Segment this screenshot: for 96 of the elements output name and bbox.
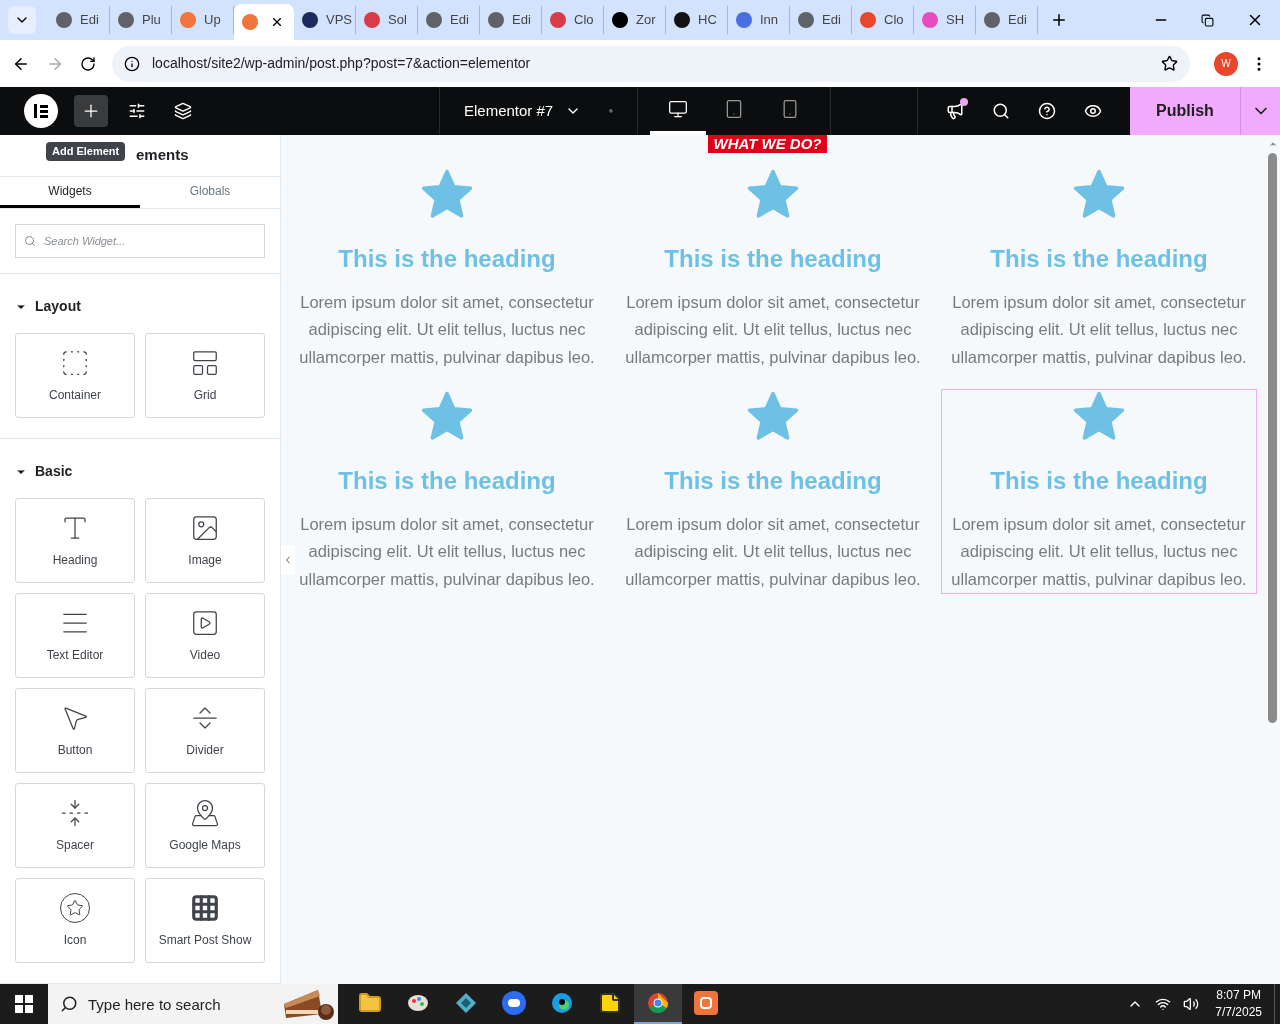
browser-tab[interactable]: Zor <box>604 6 666 34</box>
clock-date[interactable]: 7/7/2025 <box>1215 1004 1262 1021</box>
chrome-icon <box>646 991 670 1015</box>
folder-icon <box>358 991 382 1015</box>
box-text: Lorem ipsum dolor sit amet, consectetur adipiscing elit. Ut elit tellus, luctus nec ullamcorper mattis, pulvinar dapibus leo. <box>624 291 922 368</box>
widget-tile[interactable]: Button <box>15 688 135 773</box>
star-icon <box>745 390 801 443</box>
spacer-icon <box>60 797 90 828</box>
bookmark-star-icon[interactable] <box>1161 55 1178 72</box>
icon-box[interactable]: This is the heading Lorem ipsum dolor sit amet, consectetur adipiscing elit. Ut elit tellus, luctus nec ullamcorper mattis, pulvinar dapibus leo. <box>615 389 931 594</box>
widget-tile[interactable]: Divider <box>145 688 265 773</box>
desktop-icon <box>668 99 688 119</box>
box-heading: This is the heading <box>664 243 882 274</box>
restore-icon[interactable] <box>1201 13 1214 27</box>
browser-tab[interactable]: Edi <box>48 6 110 34</box>
new-tab-icon[interactable] <box>1050 11 1068 29</box>
scroll-up-icon[interactable] <box>1267 139 1278 149</box>
search-icon <box>60 995 78 1013</box>
add-element-button[interactable] <box>74 95 108 127</box>
box-text: Lorem ipsum dolor sit amet, consectetur adipiscing elit. Ut elit tellus, luctus nec ullamcorper mattis, pulvinar dapibus leo. <box>624 513 922 590</box>
section-label: WHAT WE DO? <box>708 135 827 153</box>
browser-tab[interactable]: Inn <box>728 6 790 34</box>
diamond-icon <box>454 991 478 1015</box>
xampp-icon <box>694 991 718 1015</box>
widget-tile[interactable]: Icon <box>15 878 135 963</box>
section-header[interactable]: Layout <box>15 296 81 317</box>
site-info-icon[interactable] <box>124 55 140 72</box>
help-icon[interactable] <box>1038 102 1056 120</box>
box-heading: This is the heading <box>990 243 1208 274</box>
box-heading: This is the heading <box>664 465 882 496</box>
star-icon <box>1071 168 1127 221</box>
star-icon <box>1071 390 1127 443</box>
browser-tab[interactable]: Edi <box>480 6 542 34</box>
box-text: Lorem ipsum dolor sit amet, consectetur adipiscing elit. Ut elit tellus, luctus nec ullamcorper mattis, pulvinar dapibus leo. <box>950 513 1248 590</box>
widget-tile[interactable]: Image <box>145 498 265 583</box>
browser-tab[interactable]: HC <box>666 6 728 34</box>
widget-tile[interactable]: Google Maps <box>145 783 265 868</box>
preview-icon[interactable] <box>1084 102 1102 120</box>
box-heading: This is the heading <box>338 243 556 274</box>
search-icon[interactable] <box>992 102 1010 120</box>
browser-tab[interactable]: Edi <box>418 6 480 34</box>
section-header[interactable]: Basic <box>15 461 73 482</box>
search-icon <box>24 235 36 247</box>
icon-box[interactable]: This is the heading Lorem ipsum dolor sit amet, consectetur adipiscing elit. Ut elit tellus, luctus nec ullamcorper mattis, pulvinar dapibus leo. <box>941 167 1257 372</box>
panel-tab[interactable]: Widgets <box>0 176 140 208</box>
taskbar-app[interactable] <box>634 984 682 1024</box>
panel-title: ements <box>136 145 189 166</box>
edge-icon <box>550 991 574 1015</box>
tooltip: Add Element <box>46 142 126 161</box>
widget-tile[interactable]: Grid <box>145 333 265 418</box>
network-icon[interactable] <box>1155 996 1172 1012</box>
search-field[interactable]: Search Widget... <box>15 224 265 258</box>
address-field[interactable]: localhost/site2/wp-admin/post.php?post=7&action=elementor <box>112 45 1190 82</box>
zoom-icon <box>502 991 526 1015</box>
box-text: Lorem ipsum dolor sit amet, consectetur adipiscing elit. Ut elit tellus, luctus nec ullamcorper mattis, pulvinar dapibus leo. <box>298 291 596 368</box>
reload-icon[interactable] <box>80 55 96 72</box>
browser-tab[interactable]: Edi <box>790 6 852 34</box>
browser-tab[interactable]: Plu <box>110 6 172 34</box>
grid-table-icon <box>190 892 220 923</box>
widget-tile[interactable]: Text Editor <box>15 593 135 678</box>
icon-box[interactable]: This is the heading Lorem ipsum dolor sit amet, consectetur adipiscing elit. Ut elit tellus, luctus nec ullamcorper mattis, pulvinar dapibus leo. <box>615 167 931 372</box>
browser-tab[interactable]: VPS <box>294 6 356 34</box>
icon-box[interactable]: This is the heading Lorem ipsum dolor sit amet, consectetur adipiscing elit. Ut elit tellus, luctus nec ullamcorper mattis, pulvinar dapibus leo. <box>289 167 605 372</box>
publish-button[interactable]: Publish <box>1130 87 1240 135</box>
browser-tab[interactable]: Clo <box>852 6 914 34</box>
widget-tile[interactable]: Video <box>145 593 265 678</box>
layers-icon[interactable] <box>174 102 192 120</box>
browser-tab[interactable]: Edi <box>976 6 1038 34</box>
volume-icon[interactable] <box>1183 996 1200 1012</box>
widget-tile[interactable]: Smart Post Show <box>145 878 265 963</box>
map-icon <box>190 797 220 828</box>
browser-tab[interactable]: SH <box>914 6 976 34</box>
sticky-note-icon <box>598 991 622 1015</box>
widget-tile[interactable]: Spacer <box>15 783 135 868</box>
box-text: Lorem ipsum dolor sit amet, consectetur adipiscing elit. Ut elit tellus, luctus nec ullamcorper mattis, pulvinar dapibus leo. <box>298 513 596 590</box>
icon-box[interactable]: This is the heading Lorem ipsum dolor sit amet, consectetur adipiscing elit. Ut elit tellus, luctus nec ullamcorper mattis, pulvinar dapibus leo. <box>941 389 1257 594</box>
box-text: Lorem ipsum dolor sit amet, consectetur adipiscing elit. Ut elit tellus, luctus nec ullamcorper mattis, pulvinar dapibus leo. <box>950 291 1248 368</box>
tab-list-button[interactable] <box>8 6 36 34</box>
star-icon <box>745 168 801 221</box>
profile-avatar[interactable]: W <box>1214 51 1238 76</box>
star-icon <box>419 390 475 443</box>
tablet-icon <box>724 99 744 119</box>
browser-tab[interactable]: Sol <box>356 6 418 34</box>
panel-tab[interactable]: Globals <box>140 176 280 208</box>
box-heading: This is the heading <box>338 465 556 496</box>
widget-tile[interactable]: Container <box>15 333 135 418</box>
box-heading: This is the heading <box>990 465 1208 496</box>
clock-time[interactable]: 8:07 PM <box>1216 987 1261 1004</box>
settings-sliders-icon[interactable] <box>128 102 146 120</box>
elementor-logo[interactable] <box>24 94 58 128</box>
star-icon <box>419 168 475 221</box>
browser-tab[interactable]: Clo <box>542 6 604 34</box>
document-menu[interactable]: Elementor #7 <box>464 99 582 123</box>
widget-tile[interactable]: Heading <box>15 498 135 583</box>
close-icon[interactable] <box>270 15 284 29</box>
icon-box[interactable]: This is the heading Lorem ipsum dolor sit amet, consectetur adipiscing elit. Ut elit tellus, luctus nec ullamcorper mattis, pulvinar dapibus leo. <box>289 389 605 594</box>
